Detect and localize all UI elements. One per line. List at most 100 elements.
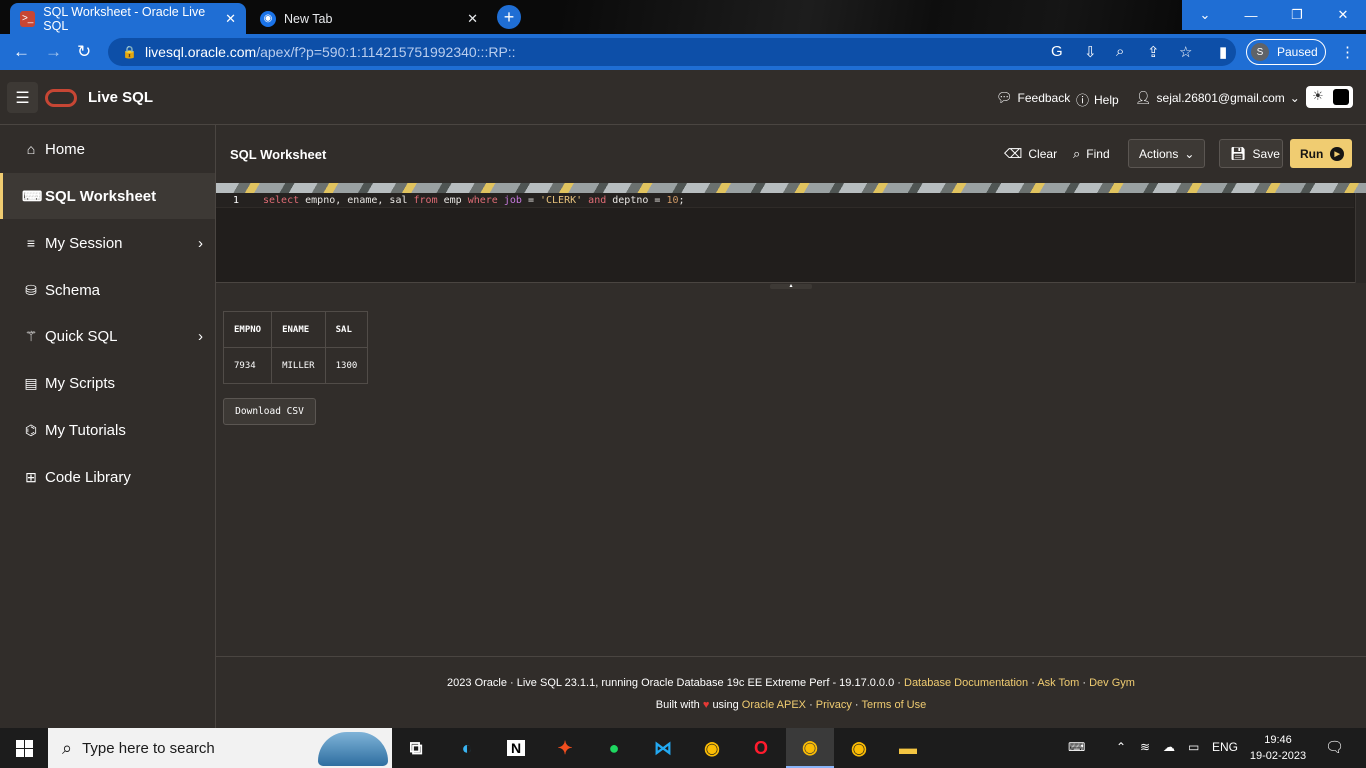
sidebar-item-quick-sql[interactable]: ⚚ Quick SQL › [0, 313, 215, 359]
restore-button[interactable]: ❐ [1274, 0, 1320, 30]
sidebar-item-my-scripts[interactable]: ▤ My Scripts [0, 360, 215, 406]
language-indicator[interactable]: ENG [1212, 740, 1238, 754]
code-token: from [413, 194, 438, 206]
user-menu[interactable]: 👤︎ sejal.26801@gmail.com ⌄ [1135, 90, 1300, 106]
notion-icon[interactable]: N [500, 732, 532, 764]
side-panel-icon[interactable]: ▮ [1219, 43, 1227, 61]
menu-kebab-icon[interactable]: ⋮ [1340, 43, 1355, 61]
chrome-profile-icon[interactable]: ◉ [786, 728, 834, 768]
sidebar-item-label: Code Library [45, 468, 131, 486]
download-csv-button[interactable]: Download CSV [223, 398, 316, 425]
chrome-icon[interactable]: ◉ [696, 732, 728, 764]
browser-tab-bar: >_ SQL Worksheet - Oracle Live SQL ✕ ◉ N… [0, 0, 1366, 34]
browser-toolbar: ← → ↻ 🔒 livesql.oracle.com/apex/f?p=590:… [0, 34, 1366, 70]
footer-copyright: 2023 Oracle · Live SQL 23.1.1, running O… [447, 677, 901, 689]
database-icon: ⛁ [25, 281, 37, 298]
code-token: emp [437, 194, 468, 206]
app-title[interactable]: Live SQL [88, 89, 153, 106]
ask-tom-link[interactable]: Ask Tom [1037, 677, 1079, 689]
profile-button[interactable]: S Paused [1246, 39, 1326, 65]
table-cell: MILLER [271, 347, 326, 384]
library-icon: ⊞ [25, 468, 37, 485]
close-tab-icon[interactable]: ✕ [225, 11, 236, 27]
sidebar-item-my-session[interactable]: ≡ My Session › [0, 220, 215, 266]
windows-taskbar: ⌕ Type here to search ⧉ ◐ N ✦ ● ⋈ ◉ O ◉ … [0, 728, 1366, 768]
column-header: EMPNO [222, 311, 273, 348]
save-button[interactable]: 💾︎ Save [1219, 139, 1283, 168]
find-button[interactable]: ⌕ Find [1065, 139, 1118, 168]
editor-scrollbar[interactable] [1355, 193, 1366, 283]
address-bar[interactable]: 🔒 livesql.oracle.com/apex/f?p=590:1:1142… [108, 38, 1236, 66]
sidebar-item-my-tutorials[interactable]: ⌬ My Tutorials [0, 407, 215, 453]
spotify-icon[interactable]: ● [598, 732, 630, 764]
results-panel: EMPNO ENAME SAL 7934 MILLER 1300 Downloa… [216, 290, 1366, 656]
install-icon[interactable]: ⇩ [1084, 43, 1097, 61]
sidebar-item-sql-worksheet[interactable]: ⌨ SQL Worksheet [0, 173, 215, 219]
actions-menu-button[interactable]: Actions ⌄ [1128, 139, 1205, 168]
home-icon: ⌂ [26, 141, 36, 157]
cloud-icon[interactable]: ☁ [1163, 740, 1175, 754]
sidebar-item-schema[interactable]: ⛁ Schema [0, 267, 215, 313]
feedback-link[interactable]: 💬︎ Feedback [996, 90, 1070, 106]
bookmark-star-icon[interactable]: ☆ [1179, 43, 1192, 61]
zoom-icon[interactable]: ⌕ [1116, 43, 1124, 60]
back-icon[interactable]: ← [13, 42, 30, 62]
editor-line[interactable]: 1 select empno, ename, sal from emp wher… [216, 193, 1354, 208]
oracle-logo[interactable] [45, 89, 77, 107]
share-icon[interactable]: ⇪ [1147, 43, 1160, 61]
sidebar-nav: ⌂ Home ⌨ SQL Worksheet ≡ My Session › ⛁ Sche… [0, 125, 216, 728]
figma-icon[interactable]: ✦ [549, 732, 581, 764]
user-email: sejal.26801@gmail.com [1156, 91, 1285, 105]
terms-of-use-link[interactable]: Terms of Use [861, 699, 926, 711]
opera-icon[interactable]: O [745, 732, 777, 764]
close-tab-icon[interactable]: ✕ [467, 11, 478, 27]
clear-button[interactable]: ⌫ Clear [996, 139, 1065, 168]
tab-new-tab[interactable]: ◉ New Tab ✕ [250, 3, 488, 34]
code-token: 10 [666, 194, 679, 206]
document-icon: ▤ [24, 374, 38, 391]
new-tab-button[interactable]: + [497, 5, 521, 29]
avatar: S [1251, 43, 1269, 61]
menu-toggle-button[interactable]: ☰ [7, 82, 38, 113]
minimize-button[interactable]: — [1228, 0, 1274, 30]
graduation-cap-icon: ⌬ [24, 421, 38, 438]
database-documentation-link[interactable]: Database Documentation [904, 677, 1028, 689]
file-explorer-icon[interactable]: ▬ [892, 732, 924, 764]
google-icon[interactable]: G [1051, 43, 1063, 60]
sidebar-item-home[interactable]: ⌂ Home [0, 126, 215, 172]
tab-sql-worksheet[interactable]: >_ SQL Worksheet - Oracle Live SQL ✕ [10, 3, 246, 34]
resize-splitter[interactable]: ▴ [770, 283, 812, 289]
sidebar-item-code-library[interactable]: ⊞ Code Library [0, 454, 215, 500]
notifications-icon[interactable]: 🗨︎ [1325, 738, 1344, 756]
decorative-banner [216, 183, 1366, 193]
taskbar-search[interactable]: ⌕ Type here to search [48, 728, 392, 768]
wifi-icon[interactable]: ≋ [1140, 740, 1150, 754]
task-view-icon[interactable]: ⧉ [400, 732, 432, 764]
search-placeholder: Type here to search [82, 739, 215, 757]
windows-logo-icon [15, 739, 33, 757]
help-link[interactable]: ⓘ Help [1076, 90, 1119, 109]
edge-icon[interactable]: ◐ [451, 732, 483, 764]
code-token: empno, ename, sal [299, 194, 414, 206]
forward-icon[interactable]: → [45, 42, 62, 62]
close-window-button[interactable]: ✕ [1320, 0, 1366, 30]
theme-toggle[interactable]: ☀ [1306, 86, 1353, 108]
oracle-apex-link[interactable]: Oracle APEX [742, 699, 806, 711]
chevron-up-icon[interactable]: ⌃ [1116, 740, 1126, 754]
tab-search-icon[interactable]: ⌄ [1182, 0, 1228, 30]
terminal-icon: ⌨ [22, 187, 43, 204]
keyboard-icon[interactable]: ⌨ [1068, 740, 1085, 754]
save-label: Save [1252, 146, 1280, 161]
code-token: where [467, 194, 498, 206]
chrome-second-profile-icon[interactable]: ◉ [843, 732, 875, 764]
privacy-link[interactable]: Privacy [816, 699, 852, 711]
table-row: 7934 MILLER 1300 [222, 347, 369, 384]
vscode-icon[interactable]: ⋈ [647, 732, 679, 764]
system-clock[interactable]: 19:46 19-02-2023 [1248, 732, 1308, 764]
start-button[interactable] [0, 728, 48, 768]
dev-gym-link[interactable]: Dev Gym [1089, 677, 1135, 689]
run-button[interactable]: Run ▶ [1290, 139, 1352, 168]
reload-icon[interactable]: ↻ [77, 42, 91, 62]
battery-icon[interactable]: ▭ [1188, 740, 1199, 754]
sql-editor[interactable]: 1 select empno, ename, sal from emp wher… [216, 193, 1366, 283]
